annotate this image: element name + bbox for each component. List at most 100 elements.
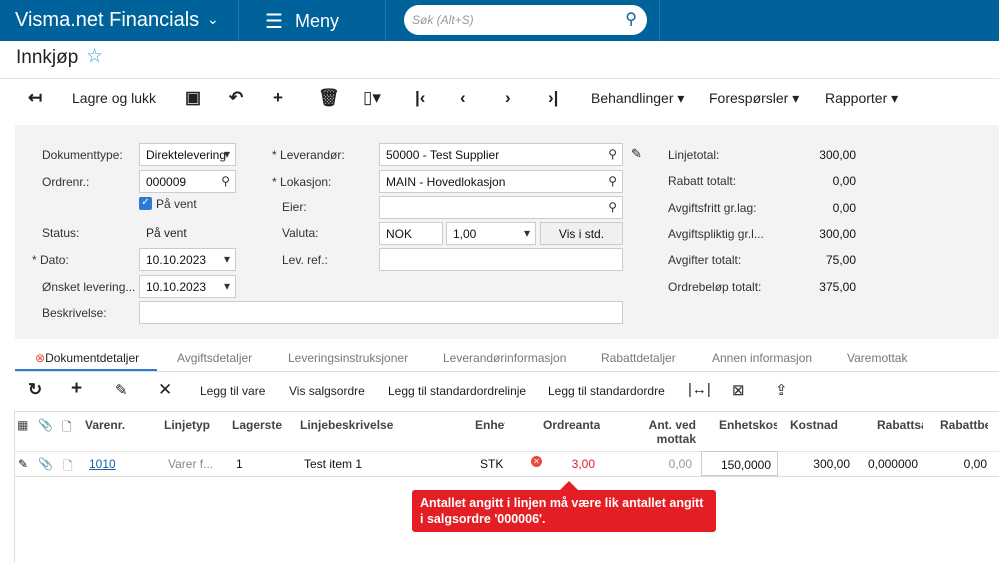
save-icon[interactable]: ▣ xyxy=(185,88,201,108)
clipboard-icon[interactable]: ▯▾ xyxy=(363,88,381,108)
currency-label: Valuta: xyxy=(282,226,319,240)
total-label: Linjetotal: xyxy=(668,148,720,162)
add-item-button[interactable]: Legg til vare xyxy=(200,384,265,398)
tab-5[interactable]: Annen informasjon xyxy=(712,351,812,365)
column-header[interactable]: Ant. ved mottak xyxy=(630,418,696,446)
chevron-down-icon[interactable]: ⌄ xyxy=(207,11,219,28)
currency-input[interactable]: NOK xyxy=(379,222,443,245)
export-excel-icon[interactable]: ⊠ xyxy=(732,381,745,399)
cell-warehouse[interactable]: 1 xyxy=(236,457,243,471)
column-header[interactable]: Linjebeskrivelse xyxy=(300,418,470,432)
cell-received[interactable]: 0,00 xyxy=(652,457,692,471)
note-icon: 🗋 xyxy=(62,420,72,434)
cell-disc-amt[interactable]: 0,00 xyxy=(930,457,987,471)
tab-4[interactable]: Rabattdetaljer xyxy=(601,351,676,365)
date-input[interactable]: 10.10.2023 ▾ xyxy=(139,248,236,271)
tab-3[interactable]: Leverandørinformasjon xyxy=(443,351,566,365)
upload-icon[interactable]: ⇪ xyxy=(775,381,788,399)
edit-row-icon[interactable]: ✎ xyxy=(115,381,128,399)
column-header[interactable]: Enhetskos xyxy=(719,418,777,432)
back-icon[interactable]: ↤ xyxy=(28,88,42,108)
attachment-icon: 📎 xyxy=(38,418,53,432)
order-input[interactable]: 000009 ⚲ xyxy=(139,170,236,193)
next-icon[interactable]: › xyxy=(505,88,511,108)
add-row-icon[interactable]: + xyxy=(71,378,82,400)
inquiries-menu[interactable]: Forespørsler ▾ xyxy=(709,90,799,107)
column-header[interactable]: Ordreanta xyxy=(543,418,600,432)
search-icon[interactable]: ⚲ xyxy=(625,9,637,29)
delete-row-icon[interactable]: ✕ xyxy=(158,380,172,400)
hold-label: På vent xyxy=(156,197,197,211)
delete-icon[interactable]: 🗑 xyxy=(318,88,340,108)
attachment-icon[interactable]: 📎 xyxy=(38,457,53,471)
column-header[interactable]: Enhet xyxy=(475,418,505,432)
delivery-input[interactable]: 10.10.2023 ▾ xyxy=(139,275,236,298)
search-input[interactable]: Søk (Alt+S) ⚲ xyxy=(404,5,647,35)
column-header[interactable]: Kostnad xyxy=(790,418,854,432)
delivery-label: Ønsket levering... xyxy=(42,280,136,294)
tab-2[interactable]: Leveringsinstruksjoner xyxy=(288,351,408,365)
supplier-input[interactable]: 50000 - Test Supplier ⚲ xyxy=(379,143,623,166)
actions-menu[interactable]: Behandlinger ▾ xyxy=(591,90,684,107)
item-link[interactable]: 1010 xyxy=(89,457,116,471)
order-label: Ordrenr.: xyxy=(42,175,90,189)
cell-type[interactable]: Varer f... xyxy=(168,457,213,471)
reports-menu[interactable]: Rapporter ▾ xyxy=(825,90,898,107)
last-icon[interactable]: ›| xyxy=(548,88,558,108)
column-header[interactable]: Rabattbe xyxy=(940,418,988,432)
cell-uom[interactable]: STK xyxy=(480,457,503,471)
tab-1[interactable]: Avgiftsdetaljer xyxy=(177,351,252,365)
rate-select[interactable]: 1,00 ▾ xyxy=(446,222,536,245)
menu-button[interactable]: Meny xyxy=(295,11,339,32)
hold-checkbox[interactable]: ✓ xyxy=(139,197,152,210)
desc-label: Beskrivelse: xyxy=(42,306,107,320)
total-value: 300,00 xyxy=(819,226,856,241)
cell-desc[interactable]: Test item 1 xyxy=(304,457,362,471)
search-icon: ⚲ xyxy=(221,174,230,188)
hamburger-icon[interactable]: ☰ xyxy=(265,9,283,34)
add-std-order-button[interactable]: Legg til standardordre xyxy=(548,384,665,398)
cell-disc-pct[interactable]: 0,000000 xyxy=(858,457,918,471)
doc-type-select[interactable]: Direktelevering ▾ xyxy=(139,143,236,166)
page-title: Innkjøp xyxy=(16,47,79,68)
refresh-icon[interactable]: ↻ xyxy=(28,380,42,400)
total-label: Avgiftspliktig gr.l... xyxy=(668,226,764,241)
cell-cost[interactable]: 300,00 xyxy=(790,457,850,471)
undo-icon[interactable]: ↶ xyxy=(229,88,243,108)
column-header[interactable]: Varenr. xyxy=(85,418,155,432)
ref-input[interactable] xyxy=(379,248,623,271)
column-header[interactable]: Lagerste xyxy=(232,418,282,432)
desc-input[interactable] xyxy=(139,301,623,324)
prev-icon[interactable]: ‹ xyxy=(460,88,466,108)
error-icon[interactable]: ✕ xyxy=(531,456,542,467)
column-header[interactable]: Rabattsa xyxy=(877,418,923,432)
edit-pencil-icon[interactable]: ✎ xyxy=(18,457,28,471)
app-title[interactable]: Visma.net Financials xyxy=(15,9,199,32)
doc-type-label: Dokumenttype: xyxy=(42,148,123,162)
total-value: 375,00 xyxy=(819,279,856,294)
star-icon[interactable]: ☆ xyxy=(86,45,103,68)
error-icon: ⊗ xyxy=(35,351,46,365)
tab-0[interactable]: ⊗Dokumentdetaljer xyxy=(35,351,139,365)
total-value: 0,00 xyxy=(832,174,856,189)
location-label: * Lokasjon: xyxy=(272,175,332,189)
save-close-button[interactable]: Lagre og lukk xyxy=(72,90,156,106)
supplier-label: * Leverandør: xyxy=(272,148,345,162)
location-input[interactable]: MAIN - Hovedlokasjon ⚲ xyxy=(379,170,623,193)
add-icon[interactable]: + xyxy=(273,88,283,108)
cell-unit-cost[interactable]: 150,0000 xyxy=(701,451,778,476)
column-header[interactable]: Linjetyp xyxy=(164,418,224,432)
error-tooltip: Antallet angitt i linjen må være lik ant… xyxy=(412,481,716,532)
view-sales-order-button[interactable]: Vis salgsordre xyxy=(289,384,365,398)
first-icon[interactable]: |‹ xyxy=(415,88,425,108)
owner-label: Eier: xyxy=(282,200,307,214)
cell-qty[interactable]: 3,00 xyxy=(565,457,595,471)
add-std-line-button[interactable]: Legg til standardordrelinje xyxy=(388,384,526,398)
view-base-button[interactable]: Vis i std. xyxy=(540,222,623,245)
note-icon[interactable]: 🗋 xyxy=(63,457,73,478)
ref-label: Lev. ref.: xyxy=(282,253,328,267)
fit-columns-icon[interactable]: |↔| xyxy=(688,381,711,398)
edit-icon[interactable]: ✎ xyxy=(631,146,642,162)
owner-input[interactable]: ⚲ xyxy=(379,196,623,219)
tab-6[interactable]: Varemottak xyxy=(847,351,907,365)
